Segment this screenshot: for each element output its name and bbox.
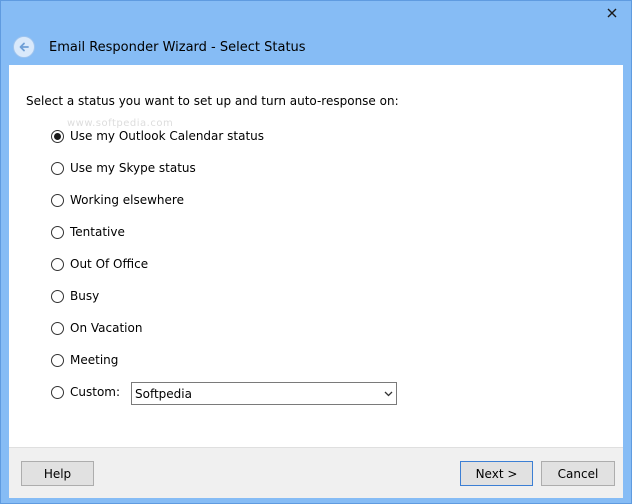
custom-status-dropdown[interactable]: Softpedia	[131, 382, 397, 405]
radio-button[interactable]	[51, 289, 64, 303]
radio-button[interactable]	[51, 193, 64, 207]
cancel-button[interactable]: Cancel	[541, 461, 615, 486]
page-title: Email Responder Wizard - Select Status	[49, 39, 306, 55]
close-icon	[607, 8, 617, 18]
option-label: Use my Outlook Calendar status	[70, 129, 265, 143]
option-custom[interactable]: Custom:	[51, 383, 120, 401]
option-label: Working elsewhere	[70, 193, 184, 207]
option-out-of-office[interactable]: Out Of Office	[51, 255, 148, 273]
dropdown-value: Softpedia	[135, 386, 192, 401]
radio-button[interactable]	[51, 353, 64, 367]
option-outlook-calendar[interactable]: Use my Outlook Calendar status	[51, 127, 264, 145]
wizard-header: Email Responder Wizard - Select Status	[9, 31, 623, 63]
help-button[interactable]: Help	[21, 461, 94, 486]
radio-button[interactable]	[51, 161, 64, 175]
instruction-text: Select a status you want to set up and t…	[26, 94, 399, 108]
option-working-elsewhere[interactable]: Working elsewhere	[51, 191, 184, 209]
option-label: Out Of Office	[70, 257, 149, 271]
back-arrow-icon	[19, 42, 29, 52]
option-label: Tentative	[70, 225, 125, 239]
option-label: Busy	[70, 289, 100, 303]
radio-button[interactable]	[51, 385, 64, 399]
option-label: On Vacation	[70, 321, 143, 335]
radio-button[interactable]	[51, 257, 64, 271]
back-button[interactable]	[13, 36, 35, 58]
radio-button[interactable]	[51, 321, 64, 335]
option-label: Meeting	[70, 353, 119, 367]
option-skype-status[interactable]: Use my Skype status	[51, 159, 196, 177]
next-button[interactable]: Next >	[460, 461, 533, 486]
radio-button[interactable]	[51, 129, 64, 143]
radio-button[interactable]	[51, 225, 64, 239]
option-on-vacation[interactable]: On Vacation	[51, 319, 142, 337]
chevron-down-icon	[380, 391, 396, 397]
option-meeting[interactable]: Meeting	[51, 351, 118, 369]
option-busy[interactable]: Busy	[51, 287, 99, 305]
wizard-window: Email Responder Wizard - Select Status S…	[0, 0, 632, 504]
title-bar	[1, 1, 631, 27]
option-label: Custom:	[70, 385, 121, 399]
content-panel: Select a status you want to set up and t…	[9, 65, 623, 447]
option-tentative[interactable]: Tentative	[51, 223, 125, 241]
button-bar: Help Next > Cancel	[9, 447, 623, 498]
option-label: Use my Skype status	[70, 161, 196, 175]
close-button[interactable]	[601, 5, 623, 21]
